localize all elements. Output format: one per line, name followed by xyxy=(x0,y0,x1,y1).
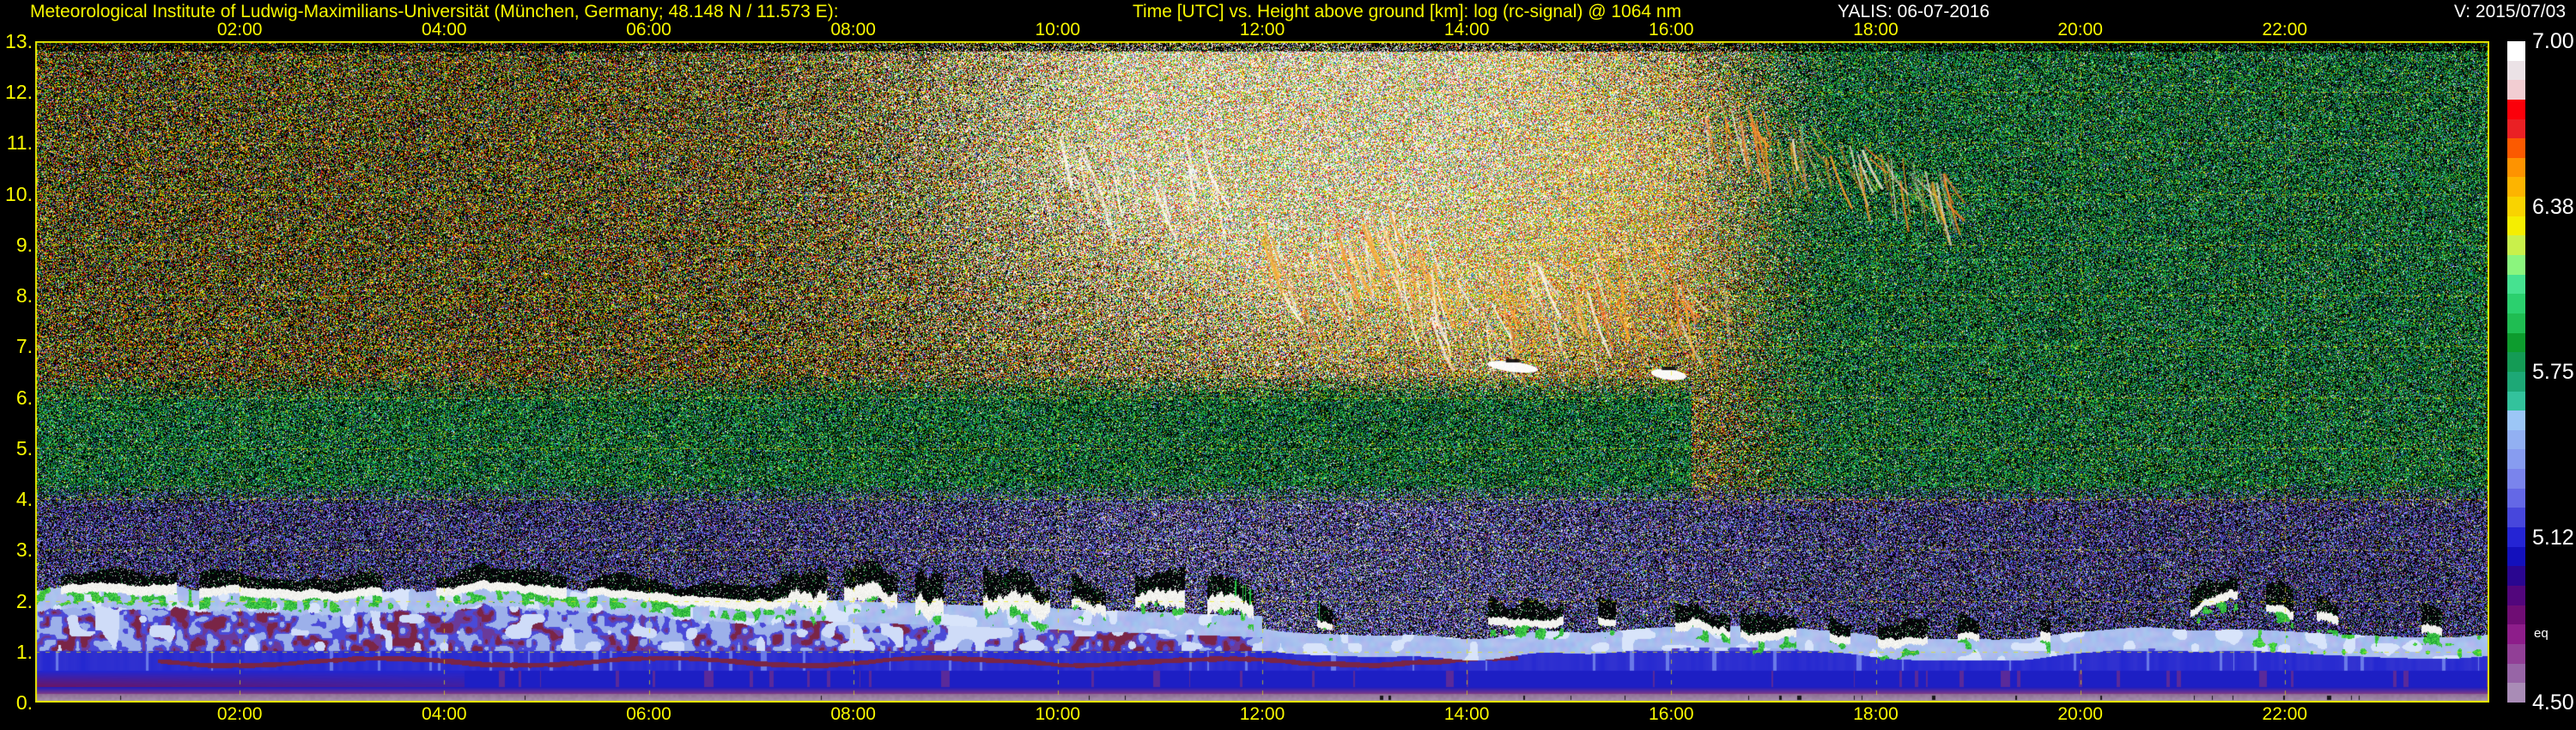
y-tick-label: 9. xyxy=(15,233,33,256)
colorbar-segment xyxy=(2507,605,2525,625)
heatmap-plot-area xyxy=(35,41,2489,703)
colorbar-segment xyxy=(2507,197,2525,216)
colorbar-tick-label: 4.50 xyxy=(2532,690,2574,715)
x-tick-label-top: 04:00 xyxy=(422,20,467,40)
colorbar-segment xyxy=(2507,157,2525,178)
colorbar-tick-label: 5.12 xyxy=(2532,525,2574,550)
colorbar-tick-label: 5.75 xyxy=(2532,360,2574,384)
x-tick-label-top: 14:00 xyxy=(1443,20,1490,40)
y-tick-label: 8. xyxy=(15,284,33,307)
colorbar-segment xyxy=(2507,585,2525,605)
x-tick-label-bottom: 14:00 xyxy=(1443,704,1490,724)
x-tick-label-top: 02:00 xyxy=(216,20,263,40)
y-tick-label: 10. xyxy=(5,182,33,205)
y-tick-label: 12. xyxy=(5,81,33,104)
colorbar xyxy=(2507,41,2525,703)
x-tick-label-top: 06:00 xyxy=(626,20,671,40)
y-tick-label: 5. xyxy=(15,436,33,459)
y-tick-label: 13. xyxy=(5,30,33,52)
colorbar-unit-note: eq xyxy=(2534,626,2549,641)
x-tick-label-bottom: 18:00 xyxy=(1853,704,1899,724)
colorbar-segment xyxy=(2507,119,2525,139)
colorbar-segment xyxy=(2507,235,2525,256)
colorbar-segment xyxy=(2507,294,2525,313)
colorbar-segment xyxy=(2507,508,2525,528)
x-tick-label-top: 22:00 xyxy=(2262,20,2308,40)
colorbar-segment xyxy=(2507,41,2525,61)
y-tick-label: 7. xyxy=(15,335,33,358)
colorbar-tick-label: 6.38 xyxy=(2532,194,2574,219)
colorbar-segment xyxy=(2507,80,2525,100)
x-tick-label-bottom: 08:00 xyxy=(830,704,876,724)
colorbar-segment xyxy=(2507,391,2525,411)
y-tick-label: 3. xyxy=(15,538,33,562)
colorbar-segment xyxy=(2507,352,2525,372)
y-tick-label: 6. xyxy=(15,386,33,409)
y-tick-label: 1. xyxy=(15,640,33,663)
version-label: V: 2015/07/03 xyxy=(2454,2,2566,21)
colorbar-segment xyxy=(2507,546,2525,567)
colorbar-tick-label: 7.00 xyxy=(2532,29,2574,53)
x-tick-label-bottom: 16:00 xyxy=(1649,704,1694,724)
plot-title: Time [UTC] vs. Height above ground [km]:… xyxy=(1133,2,1682,21)
lidar-quicklook-figure: Meteorological Institute of Ludwig-Maxim… xyxy=(0,0,2576,730)
x-tick-label-top: 10:00 xyxy=(1035,20,1081,40)
colorbar-segment xyxy=(2507,216,2525,236)
colorbar-segment xyxy=(2507,663,2525,684)
x-tick-label-bottom: 06:00 xyxy=(626,704,671,724)
colorbar-segment xyxy=(2507,683,2525,703)
colorbar-segment xyxy=(2507,138,2525,158)
colorbar-segment xyxy=(2507,624,2525,644)
colorbar-segment xyxy=(2507,332,2525,353)
colorbar-segment xyxy=(2507,527,2525,547)
x-tick-label-bottom: 12:00 xyxy=(1239,704,1285,724)
colorbar-segment xyxy=(2507,274,2525,295)
colorbar-segment xyxy=(2507,488,2525,508)
colorbar-segment xyxy=(2507,60,2525,81)
x-tick-label-bottom: 20:00 xyxy=(2057,704,2103,724)
x-tick-label-bottom: 02:00 xyxy=(216,704,263,724)
colorbar-segment xyxy=(2507,643,2525,664)
colorbar-segment xyxy=(2507,411,2525,430)
y-tick-label: 0. xyxy=(15,691,33,714)
x-tick-label-top: 18:00 xyxy=(1853,20,1899,40)
x-tick-label-top: 12:00 xyxy=(1239,20,1285,40)
colorbar-segment xyxy=(2507,429,2525,450)
colorbar-segment xyxy=(2507,177,2525,198)
colorbar-segment xyxy=(2507,449,2525,470)
colorbar-segment xyxy=(2507,99,2525,119)
colorbar-segment xyxy=(2507,469,2525,489)
x-tick-label-bottom: 04:00 xyxy=(422,704,467,724)
colorbar-segment xyxy=(2507,255,2525,275)
colorbar-segment xyxy=(2507,313,2525,333)
x-tick-label-bottom: 10:00 xyxy=(1035,704,1081,724)
colorbar-segment xyxy=(2507,566,2525,586)
y-tick-label: 2. xyxy=(15,589,33,612)
x-tick-label-top: 16:00 xyxy=(1649,20,1694,40)
colorbar-segment xyxy=(2507,371,2525,392)
y-tick-label: 11. xyxy=(6,131,33,155)
x-tick-label-top: 08:00 xyxy=(830,20,876,40)
x-tick-label-top: 20:00 xyxy=(2057,20,2103,40)
y-tick-label: 4. xyxy=(15,488,33,511)
x-tick-label-bottom: 22:00 xyxy=(2262,704,2308,724)
